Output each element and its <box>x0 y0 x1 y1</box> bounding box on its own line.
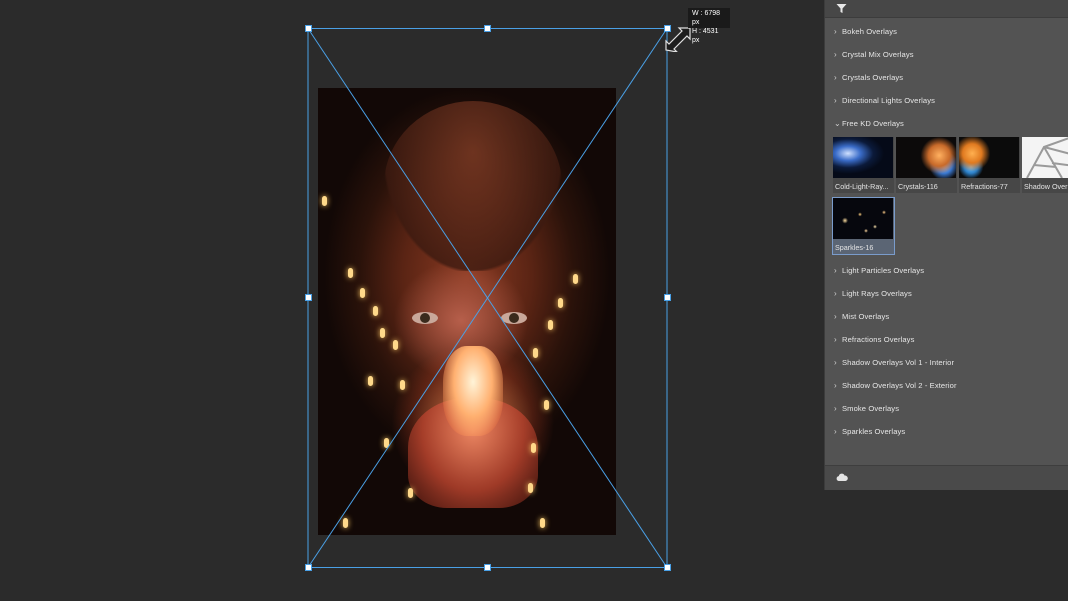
folder-bokeh-overlays[interactable]: › Bokeh Overlays <box>834 25 897 39</box>
transform-handle-bottom-left[interactable] <box>305 564 312 571</box>
chevron-right-icon: › <box>834 27 837 36</box>
folder-free-kd-overlays[interactable]: ⌄Free KD Overlays <box>834 117 904 131</box>
folder-label: Light Rays Overlays <box>842 289 912 298</box>
transform-handle-top-center[interactable] <box>484 25 491 32</box>
chevron-right-icon: › <box>834 381 837 390</box>
overlay-thumbnail[interactable]: Refractions-77 <box>959 137 1020 193</box>
cloud-icon[interactable] <box>836 473 848 481</box>
chevron-right-icon: › <box>834 427 837 436</box>
transform-handle-bottom-right[interactable] <box>664 564 671 571</box>
transform-bounding-box[interactable] <box>0 0 824 601</box>
folder-label: Refractions Overlays <box>842 335 915 344</box>
folder-label: Shadow Overlays Vol 1 - Interior <box>842 358 955 367</box>
overlay-thumbnail[interactable]: Crystals-116 <box>896 137 957 193</box>
thumbnail-label: Shadow Over <box>1024 182 1068 191</box>
transform-handle-middle-left[interactable] <box>305 294 312 301</box>
folder-label: Light Particles Overlays <box>842 266 925 275</box>
folder-refractions-overlays[interactable]: › Refractions Overlays <box>834 333 914 347</box>
overlay-thumbnail[interactable]: Shadow Over <box>1022 137 1068 193</box>
filter-icon[interactable] <box>836 3 847 14</box>
thumbnail-shadow-overlay <box>1022 137 1068 178</box>
folder-label: Shadow Overlays Vol 2 - Exterior <box>842 381 957 390</box>
chevron-right-icon: › <box>834 50 837 59</box>
document-canvas[interactable]: W : 6798 px H : 4531 px <box>0 0 824 601</box>
chevron-right-icon: › <box>834 404 837 413</box>
folder-label: Crystal Mix Overlays <box>842 50 914 59</box>
chevron-right-icon: › <box>834 335 837 344</box>
chevron-right-icon: › <box>834 96 837 105</box>
folder-sparkles-overlays[interactable]: › Sparkles Overlays <box>834 425 905 439</box>
folder-light-particles-overlays[interactable]: › Light Particles Overlays <box>834 264 924 278</box>
overlay-thumbnail[interactable]: Cold-Light-Ray... <box>833 137 894 193</box>
folder-smoke-overlays[interactable]: › Smoke Overlays <box>834 402 899 416</box>
folder-label: Directional Lights Overlays <box>842 96 936 105</box>
tooltip-height: H : 4531 px <box>692 28 719 44</box>
overlay-thumbnail-selected[interactable]: Sparkles-16 <box>832 197 895 255</box>
transform-handle-bottom-center[interactable] <box>484 564 491 571</box>
thumbnail-label: Crystals-116 <box>898 182 938 191</box>
chevron-right-icon: › <box>834 73 837 82</box>
folder-light-rays-overlays[interactable]: › Light Rays Overlays <box>834 287 912 301</box>
dimension-tooltip: W : 6798 px H : 4531 px <box>688 8 730 44</box>
transform-handle-middle-right[interactable] <box>664 294 671 301</box>
folder-label: Bokeh Overlays <box>842 27 898 36</box>
folder-directional-lights-overlays[interactable]: › Directional Lights Overlays <box>834 94 935 108</box>
overlays-panel: › Bokeh Overlays › Crystal Mix Overlays › C… <box>824 0 1068 490</box>
thumbnail-label: Sparkles-16 <box>835 243 874 252</box>
chevron-right-icon: › <box>834 289 837 298</box>
folder-label: Crystals Overlays <box>842 73 904 82</box>
folder-crystal-mix-overlays[interactable]: › Crystal Mix Overlays <box>834 48 914 62</box>
panel-footer <box>825 465 1068 490</box>
folder-label: Mist Overlays <box>842 312 890 321</box>
folder-label: Smoke Overlays <box>842 404 900 413</box>
tooltip-width: W : 6798 px <box>692 10 721 26</box>
folder-label: Free KD Overlays <box>842 119 904 128</box>
folder-label: Sparkles Overlays <box>842 427 906 436</box>
folder-crystals-overlays[interactable]: › Crystals Overlays <box>834 71 903 85</box>
folder-shadow-overlays-vol-2[interactable]: › Shadow Overlays Vol 2 - Exterior <box>834 379 957 393</box>
folder-shadow-overlays-vol-1[interactable]: › Shadow Overlays Vol 1 - Interior <box>834 356 954 370</box>
thumbnail-label: Refractions-77 <box>961 182 1008 191</box>
thumbnail-sparkles <box>833 198 893 239</box>
transform-handle-top-left[interactable] <box>305 25 312 32</box>
chevron-down-icon: ⌄ <box>834 119 841 128</box>
thumbnail-label: Cold-Light-Ray... <box>835 182 889 191</box>
thumbnail-cold-light-rays <box>833 137 893 178</box>
diagonal-resize-cursor-icon <box>665 27 691 52</box>
chevron-right-icon: › <box>834 266 837 275</box>
chevron-right-icon: › <box>834 358 837 367</box>
chevron-right-icon: › <box>834 312 837 321</box>
thumbnail-crystals <box>896 137 956 178</box>
thumbnail-refractions <box>959 137 1019 178</box>
folder-mist-overlays[interactable]: › Mist Overlays <box>834 310 889 324</box>
panel-header <box>825 0 1068 18</box>
